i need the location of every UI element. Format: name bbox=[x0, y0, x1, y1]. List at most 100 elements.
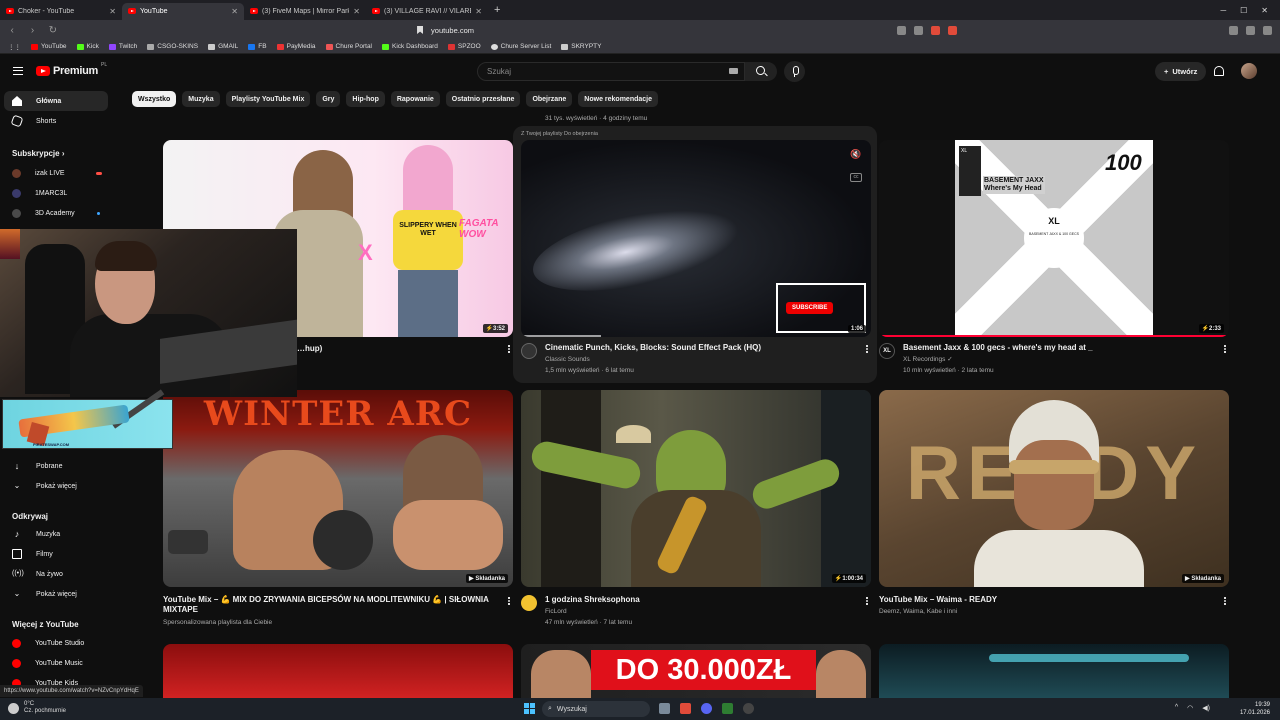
maximize-icon[interactable]: ☐ bbox=[1240, 6, 1247, 15]
video-title[interactable]: …hup) bbox=[297, 344, 322, 354]
search-button[interactable] bbox=[745, 62, 777, 81]
sidebar-show-more[interactable]: ⌄ Pokaż więcej bbox=[4, 584, 108, 604]
close-tab-icon[interactable]: ✕ bbox=[231, 7, 238, 16]
video-thumbnail[interactable]: WINTER ARC ▶ Składanka bbox=[163, 390, 513, 587]
bookmark-item[interactable]: GMAIL bbox=[208, 43, 238, 50]
more-actions-icon[interactable] bbox=[866, 345, 868, 353]
subscriptions-heading[interactable]: Subskrypcje › bbox=[12, 149, 64, 158]
bookmark-item[interactable]: PayMedia bbox=[276, 43, 316, 50]
chip[interactable]: Muzyka bbox=[182, 91, 220, 107]
extension-icon[interactable] bbox=[897, 25, 906, 35]
sidebar-item-music[interactable]: ♪ Muzyka bbox=[4, 524, 108, 544]
sidebar-item-shorts[interactable]: Shorts bbox=[4, 111, 108, 131]
bookmark-item[interactable]: FB bbox=[248, 43, 267, 50]
video-thumbnail[interactable]: XL BASEMENT JAXX Where's My Head 100 XL B… bbox=[879, 140, 1229, 337]
bookmark-item[interactable]: Twitch bbox=[108, 43, 137, 50]
close-tab-icon[interactable]: ✕ bbox=[109, 7, 116, 16]
more-actions-icon[interactable] bbox=[508, 597, 510, 605]
forward-icon[interactable]: › bbox=[28, 25, 36, 36]
video-title[interactable]: YouTube Mix – Waima - READY bbox=[879, 595, 997, 605]
bookmark-item[interactable]: Chure Server List bbox=[490, 43, 551, 50]
clock[interactable]: 19:39 17.01.2026 bbox=[1240, 701, 1270, 717]
video-title[interactable]: YouTube Mix – 💪 MIX DO ZRYWANIA BICEPSÓW… bbox=[163, 595, 493, 615]
reload-icon[interactable]: ↻ bbox=[49, 25, 57, 36]
youtube-premium-logo[interactable]: Premium PL bbox=[36, 62, 107, 77]
new-tab-button[interactable]: + bbox=[488, 4, 506, 16]
channel-name[interactable]: FicLord bbox=[545, 606, 567, 617]
channel-avatar[interactable] bbox=[521, 343, 537, 359]
excel-icon[interactable] bbox=[722, 703, 733, 714]
channel-name[interactable]: Classic Sounds bbox=[545, 354, 590, 365]
extension-icon[interactable] bbox=[914, 25, 923, 35]
file-explorer-icon[interactable] bbox=[659, 703, 670, 714]
create-button[interactable]: + Utwórz bbox=[1155, 62, 1207, 81]
menu-icon[interactable] bbox=[1263, 25, 1272, 35]
video-title[interactable]: 1 godzina Shreksophona bbox=[545, 595, 640, 605]
avatar[interactable] bbox=[1241, 63, 1257, 79]
sidebar-item-films[interactable]: Filmy bbox=[4, 544, 108, 564]
channel-avatar[interactable] bbox=[521, 595, 537, 611]
more-actions-icon[interactable] bbox=[508, 345, 510, 353]
notifications-bell-icon[interactable] bbox=[1214, 66, 1224, 76]
sidebar-subscription[interactable]: 3D Academy bbox=[4, 203, 108, 223]
sidebar-show-more[interactable]: ⌄ Pokaż więcej bbox=[4, 476, 108, 496]
brave-shield-icon[interactable] bbox=[931, 25, 940, 35]
bookmark-item[interactable]: YouTube bbox=[31, 43, 67, 50]
more-actions-icon[interactable] bbox=[1224, 597, 1226, 605]
hamburger-menu-icon[interactable] bbox=[13, 67, 23, 75]
chip[interactable]: Obejrzane bbox=[526, 91, 573, 107]
bookmark-item[interactable]: SKRYPTY bbox=[561, 43, 601, 50]
close-window-icon[interactable]: ✕ bbox=[1261, 6, 1268, 15]
more-actions-icon[interactable] bbox=[866, 597, 868, 605]
sidebar-subscription[interactable]: 1MARC3L bbox=[4, 183, 108, 203]
bookmark-item[interactable]: Chure Portal bbox=[325, 43, 372, 50]
wifi-icon[interactable]: ◠ bbox=[1187, 704, 1193, 712]
apps-icon[interactable]: ⋮⋮ bbox=[8, 43, 21, 51]
browser-tab[interactable]: (3) VILLAGE RAVI // VILAREIJO DO K ✕ bbox=[366, 3, 488, 20]
minimize-icon[interactable]: ─ bbox=[1220, 6, 1226, 15]
chip-all[interactable]: Wszystko bbox=[132, 91, 177, 107]
channel-avatar[interactable]: XL bbox=[879, 343, 895, 359]
video-title[interactable]: Basement Jaxx & 100 gecs - where's my he… bbox=[903, 343, 1093, 353]
video-thumbnail-preview[interactable]: 🔇 cc SUBSCRIBE 1:06 bbox=[521, 140, 871, 337]
discord-icon[interactable] bbox=[701, 703, 712, 714]
video-thumbnail[interactable] bbox=[163, 644, 513, 698]
keyboard-icon[interactable] bbox=[729, 68, 738, 74]
weather-widget[interactable]: 0°C Cz. pochmurnie bbox=[8, 701, 66, 715]
obs-icon[interactable] bbox=[743, 703, 754, 714]
bookmark-item[interactable]: Kick bbox=[76, 43, 99, 50]
bookmark-item[interactable]: SPZOO bbox=[447, 43, 481, 50]
sidebar-item-studio[interactable]: YouTube Studio bbox=[4, 633, 108, 653]
chip[interactable]: Gry bbox=[316, 91, 341, 107]
tray-chevron-icon[interactable]: ^ bbox=[1175, 704, 1178, 712]
sidebar-item-live[interactable]: ((•)) Na żywo bbox=[4, 564, 108, 584]
sidebar-item-music-app[interactable]: YouTube Music bbox=[4, 653, 108, 673]
wallet-icon[interactable] bbox=[1246, 25, 1255, 35]
chip[interactable]: Hip-hop bbox=[346, 91, 385, 107]
bookmark-icon[interactable] bbox=[417, 26, 424, 34]
sidebar-item-home[interactable]: Główna bbox=[4, 91, 108, 111]
chip[interactable]: Playlisty YouTube Mix bbox=[225, 91, 311, 107]
bookmark-item[interactable]: Kick Dashboard bbox=[382, 43, 438, 50]
mute-icon[interactable]: 🔇 bbox=[850, 149, 862, 161]
windows-start-icon[interactable] bbox=[524, 703, 535, 714]
search-input[interactable]: Szukaj bbox=[477, 62, 745, 81]
close-tab-icon[interactable]: ✕ bbox=[353, 7, 360, 16]
close-tab-icon[interactable]: ✕ bbox=[475, 7, 482, 16]
browser-tab[interactable]: Choker - YouTube ✕ bbox=[0, 3, 122, 20]
channel-name-row[interactable]: XL Recordings ✓ bbox=[903, 354, 953, 365]
more-actions-icon[interactable] bbox=[1224, 345, 1226, 353]
video-title[interactable]: Cinematic Punch, Kicks, Blocks: Sound Ef… bbox=[545, 343, 761, 353]
back-icon[interactable]: ‹ bbox=[8, 25, 16, 36]
sidebar-item-downloads[interactable]: ↓ Pobrane bbox=[4, 456, 108, 476]
video-thumbnail[interactable] bbox=[879, 644, 1229, 698]
taskbar-search[interactable]: ⌕ Wyszukaj bbox=[542, 701, 650, 717]
bookmark-item[interactable]: CSGO-SKINS bbox=[147, 43, 198, 50]
chip[interactable]: Rapowanie bbox=[390, 91, 440, 107]
volume-icon[interactable]: ◀) bbox=[1202, 704, 1210, 712]
sidebar-subscription[interactable]: izak LIVE bbox=[4, 163, 108, 183]
brave-rewards-icon[interactable] bbox=[948, 25, 957, 35]
browser-tab[interactable]: (3) FiveM Maps | Mirror Park Market✕ bbox=[244, 3, 366, 20]
voice-search-icon[interactable] bbox=[784, 61, 805, 82]
chip[interactable]: Nowe rekomendacje bbox=[578, 91, 658, 107]
